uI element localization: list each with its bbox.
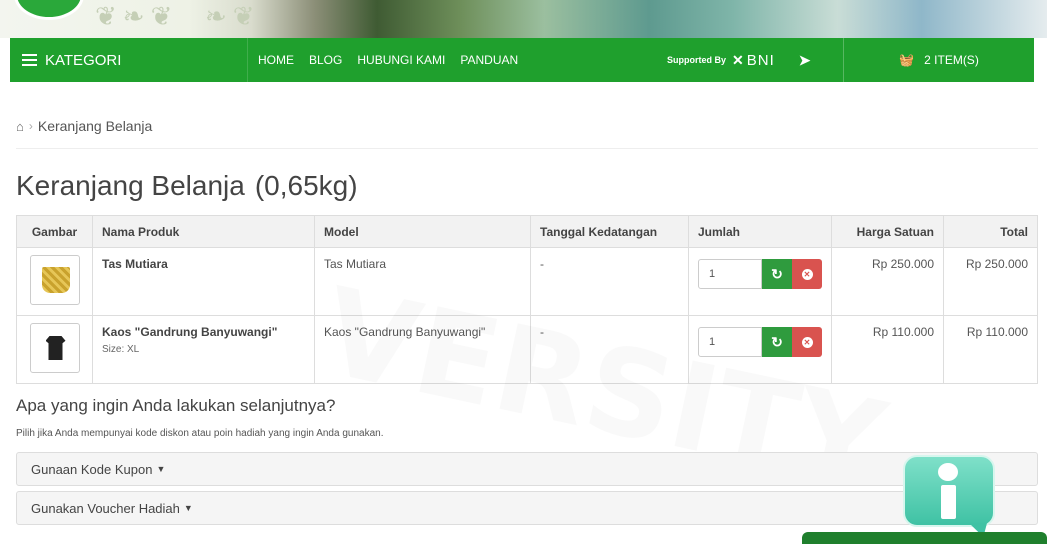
voucher-panel-label: Gunakan Voucher Hadiah <box>31 500 180 516</box>
th-total: Total <box>943 215 1038 248</box>
product-name-cell: Tas Mutiara <box>92 247 315 316</box>
bni-mark-icon: ✕ <box>732 51 745 68</box>
product-model: Kaos "Gandrung Banyuwangi" <box>314 315 531 384</box>
product-image-cell <box>16 315 93 384</box>
page-title-text: Keranjang Belanja <box>16 170 245 201</box>
ornament-left-icon: ❦❧❦ <box>95 2 179 32</box>
supported-by: Supported By ✕ BNI ➤ <box>667 38 811 82</box>
product-name-cell: Kaos "Gandrung Banyuwangi" Size: XL <box>92 315 315 384</box>
divider <box>16 148 1038 149</box>
site-logo[interactable] <box>14 0 84 20</box>
cart-count: 2 ITEM(S) <box>924 53 979 67</box>
th-gambar: Gambar <box>16 215 93 248</box>
update-button[interactable]: ↻ <box>762 327 792 357</box>
top-menu: HOME BLOG HUBUNGI KAMI PANDUAN <box>258 53 518 67</box>
times-circle-icon: ✕ <box>801 336 813 348</box>
breadcrumb-current[interactable]: Keranjang Belanja <box>38 118 152 134</box>
bni-label: BNI <box>746 51 775 69</box>
th-model: Model <box>314 215 531 248</box>
refresh-icon: ↻ <box>771 265 783 282</box>
th-jumlah: Jumlah <box>688 215 832 248</box>
coupon-panel-toggle[interactable]: Gunaan Kode Kupon ▼ <box>16 452 1038 486</box>
row-total: Rp 110.000 <box>943 315 1038 384</box>
breadcrumb-separator-icon: › <box>28 119 33 133</box>
product-image-cell <box>16 247 93 316</box>
info-icon[interactable] <box>903 455 997 537</box>
main-navbar: KATEGORI HOME BLOG HUBUNGI KAMI PANDUAN … <box>10 38 1034 82</box>
times-circle-icon: ✕ <box>801 268 813 280</box>
table-header-row: Gambar Nama Produk Model Tanggal Kedatan… <box>16 215 1038 248</box>
supported-by-label: Supported By <box>667 55 727 65</box>
wing-icon: ➤ <box>798 51 811 68</box>
ornament-mid-icon: ❧❦ <box>205 2 261 32</box>
cart-button[interactable]: 🧺 2 ITEM(S) <box>843 38 1034 82</box>
header-banner: ❦❧❦ ❧❦ <box>0 0 1047 38</box>
nav-blog[interactable]: BLOG <box>309 53 342 67</box>
chat-widget-tab[interactable] <box>802 532 1047 544</box>
nav-panduan[interactable]: PANDUAN <box>460 53 518 67</box>
product-model: Tas Mutiara <box>314 247 531 316</box>
breadcrumb: ⌂ › Keranjang Belanja <box>16 118 152 134</box>
bni-logo: ✕ BNI <box>732 52 775 69</box>
cart-table: Gambar Nama Produk Model Tanggal Kedatan… <box>16 215 1038 384</box>
update-button[interactable]: ↻ <box>762 259 792 289</box>
product-thumbnail[interactable] <box>29 255 80 305</box>
nav-hubungi-kami[interactable]: HUBUNGI KAMI <box>357 53 445 67</box>
product-name-link[interactable]: Kaos "Gandrung Banyuwangi" <box>102 325 305 339</box>
table-row: Tas Mutiara Tas Mutiara - 1 ↻ ✕ Rp 250.0… <box>16 247 1038 316</box>
basket-icon: 🧺 <box>899 53 915 67</box>
caret-down-icon: ▼ <box>156 464 166 474</box>
page-title: Keranjang Belanja (0,65kg) <box>16 170 358 202</box>
quantity-input[interactable]: 1 <box>698 259 762 289</box>
coupon-panel-label: Gunaan Kode Kupon <box>31 461 153 477</box>
bars-icon <box>22 51 37 69</box>
quantity-input[interactable]: 1 <box>698 327 762 357</box>
home-icon[interactable]: ⌂ <box>16 119 24 134</box>
product-size: Size: XL <box>102 344 140 355</box>
next-heading: Apa yang ingin Anda lakukan selanjutnya? <box>16 396 336 415</box>
quantity-cell: 1 ↻ ✕ <box>688 315 832 384</box>
th-tanggal: Tanggal Kedatangan <box>530 215 689 248</box>
next-description: Pilih jika Anda mempunyai kode diskon at… <box>16 428 384 439</box>
product-date: - <box>530 315 689 384</box>
remove-button[interactable]: ✕ <box>792 259 822 289</box>
remove-button[interactable]: ✕ <box>792 327 822 357</box>
tshirt-image <box>45 336 66 360</box>
row-total: Rp 250.000 <box>943 247 1038 316</box>
unit-price: Rp 110.000 <box>831 315 944 384</box>
bag-image <box>41 267 70 293</box>
th-harga-satuan: Harga Satuan <box>831 215 944 248</box>
voucher-panel-toggle[interactable]: Gunakan Voucher Hadiah ▼ <box>16 491 1038 525</box>
th-nama-produk: Nama Produk <box>92 215 315 248</box>
quantity-cell: 1 ↻ ✕ <box>688 247 832 316</box>
refresh-icon: ↻ <box>771 333 783 350</box>
product-date: - <box>530 247 689 316</box>
product-thumbnail[interactable] <box>29 323 80 373</box>
product-name-link[interactable]: Tas Mutiara <box>102 257 305 271</box>
table-row: Kaos "Gandrung Banyuwangi" Size: XL Kaos… <box>16 315 1038 384</box>
nav-home[interactable]: HOME <box>258 53 294 67</box>
unit-price: Rp 250.000 <box>831 247 944 316</box>
cart-weight: (0,65kg) <box>254 170 358 201</box>
kategori-menu-button[interactable]: KATEGORI <box>10 38 248 82</box>
caret-down-icon: ▼ <box>183 503 193 513</box>
kategori-label: KATEGORI <box>45 51 122 69</box>
